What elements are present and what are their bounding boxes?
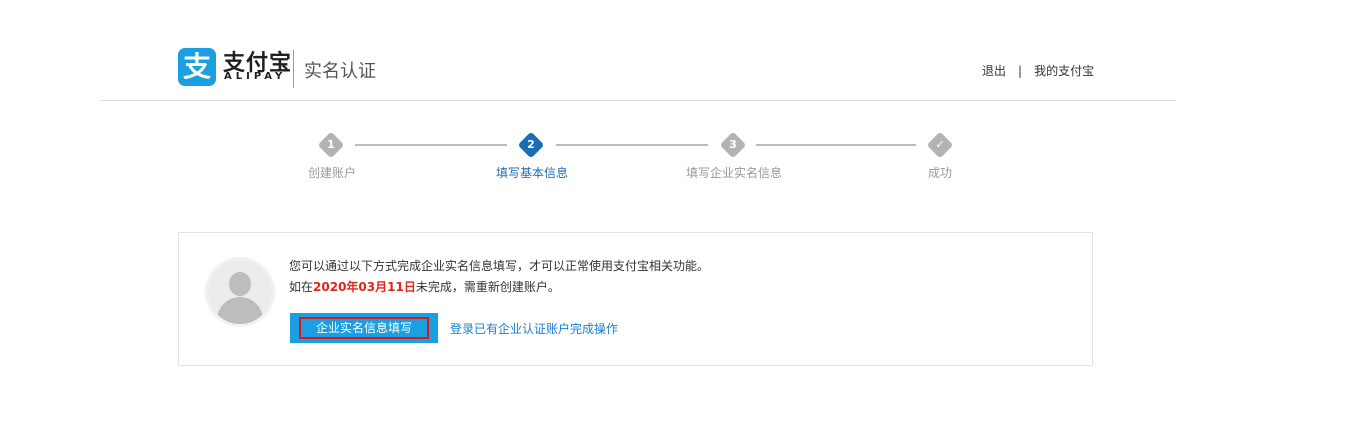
login-existing-account-link[interactable]: 登录已有企业认证账户完成操作 bbox=[450, 320, 618, 337]
step-3-number: 3 bbox=[729, 138, 737, 151]
step-2-marker: 2 bbox=[517, 131, 545, 159]
step-connector bbox=[355, 144, 507, 146]
logout-link[interactable]: 退出 bbox=[982, 62, 1006, 79]
avatar-body bbox=[217, 297, 263, 324]
deadline-text: 如在2020年03月11日未完成，需重新创建账户。 bbox=[289, 278, 560, 295]
step-success-label: 成功 bbox=[927, 166, 953, 180]
header-divider bbox=[101, 100, 1176, 101]
alipay-logo-subtext: ALIPAY bbox=[224, 71, 287, 82]
progress-steps: 1 2 3 ✓ 创建账户 填写基本信息 填写企业实名信息 成功 bbox=[0, 125, 1361, 185]
step-3-label: 填写企业实名信息 bbox=[685, 166, 783, 180]
avatar-head bbox=[229, 272, 251, 296]
step-2-number: 2 bbox=[527, 138, 535, 151]
step-3-marker: 3 bbox=[719, 131, 747, 159]
deadline-date: 2020年03月11日 bbox=[313, 280, 416, 294]
deadline-prefix: 如在 bbox=[289, 280, 314, 294]
step-connector bbox=[556, 144, 708, 146]
logo-divider bbox=[293, 50, 294, 88]
alipay-logo-icon[interactable]: 支 bbox=[178, 48, 216, 86]
page-title: 实名认证 bbox=[304, 61, 376, 82]
deadline-suffix: 未完成，需重新创建账户。 bbox=[415, 280, 560, 294]
step-2-label: 填写基本信息 bbox=[495, 166, 569, 180]
top-links: 退出 | 我的支付宝 bbox=[982, 62, 1094, 79]
checkmark-icon: ✓ bbox=[935, 138, 945, 151]
step-1-marker: 1 bbox=[317, 131, 345, 159]
info-card: 您可以通过以下方式完成企业实名信息填写，才可以正常使用支付宝相关功能。 如在20… bbox=[178, 232, 1093, 366]
my-alipay-link[interactable]: 我的支付宝 bbox=[1034, 62, 1094, 79]
step-1-label: 创建账户 bbox=[307, 166, 357, 180]
link-separator: | bbox=[1018, 64, 1023, 78]
avatar bbox=[205, 257, 275, 327]
step-success-marker: ✓ bbox=[926, 131, 954, 159]
page-header: 支 支付宝 ALIPAY 实名认证 退出 | 我的支付宝 bbox=[0, 0, 1361, 101]
instruction-text: 您可以通过以下方式完成企业实名信息填写，才可以正常使用支付宝相关功能。 bbox=[289, 259, 710, 273]
enterprise-verification-button[interactable]: 企业实名信息填写 bbox=[290, 313, 438, 343]
step-connector bbox=[756, 144, 916, 146]
step-1-number: 1 bbox=[327, 138, 335, 151]
